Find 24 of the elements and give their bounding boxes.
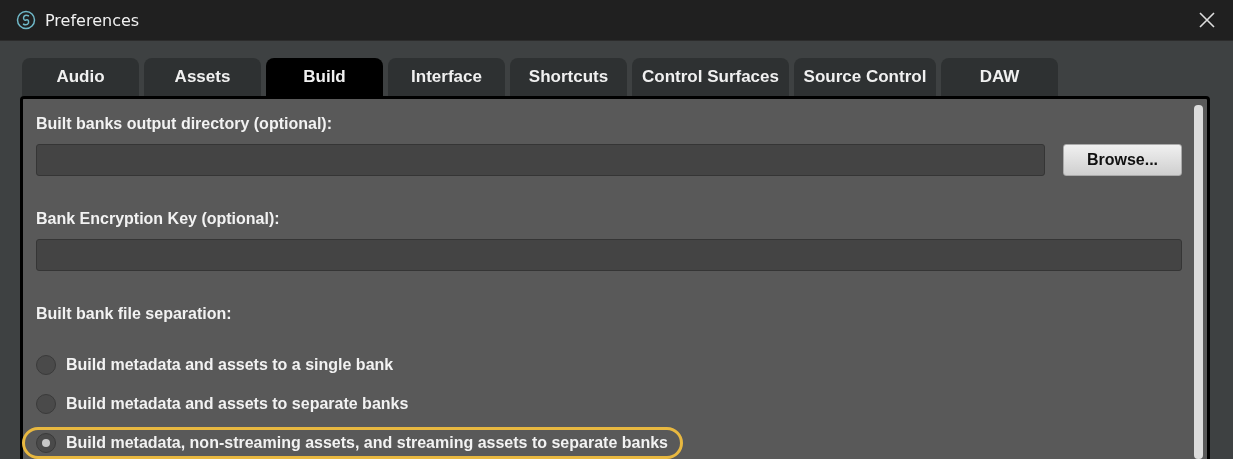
radio-label[interactable]: Build metadata, non-streaming assets, and streaming assets to separate banks bbox=[66, 434, 668, 452]
app-logo-icon bbox=[16, 10, 36, 30]
scrollbar[interactable] bbox=[1194, 105, 1203, 459]
field-label: Built banks output directory (optional): bbox=[36, 115, 333, 134]
tab[interactable]: Assets bbox=[144, 58, 261, 96]
radio-button[interactable] bbox=[36, 394, 56, 414]
tab[interactable]: DAW bbox=[941, 58, 1058, 96]
tab[interactable]: Control Surfaces bbox=[632, 58, 789, 96]
radio-button[interactable] bbox=[36, 433, 56, 453]
input-field[interactable] bbox=[36, 239, 1182, 271]
tab[interactable]: Shortcuts bbox=[510, 58, 627, 96]
radio-label[interactable]: Build metadata and assets to separate banks bbox=[66, 395, 409, 413]
tab[interactable]: Build bbox=[266, 58, 383, 96]
close-icon[interactable] bbox=[1199, 12, 1215, 28]
browse-button[interactable]: Browse... bbox=[1063, 144, 1182, 176]
field-label: Bank Encryption Key (optional): bbox=[36, 210, 281, 229]
radio-label[interactable]: Build metadata and assets to a single bank bbox=[66, 356, 394, 374]
window-title: Preferences bbox=[45, 10, 141, 30]
field-label: Built bank file separation: bbox=[36, 305, 233, 324]
input-field[interactable] bbox=[36, 144, 1045, 176]
tab[interactable]: Source Control bbox=[794, 58, 936, 96]
radio-button[interactable] bbox=[36, 355, 56, 375]
tab[interactable]: Interface bbox=[388, 58, 505, 96]
tab[interactable]: Audio bbox=[22, 58, 139, 96]
